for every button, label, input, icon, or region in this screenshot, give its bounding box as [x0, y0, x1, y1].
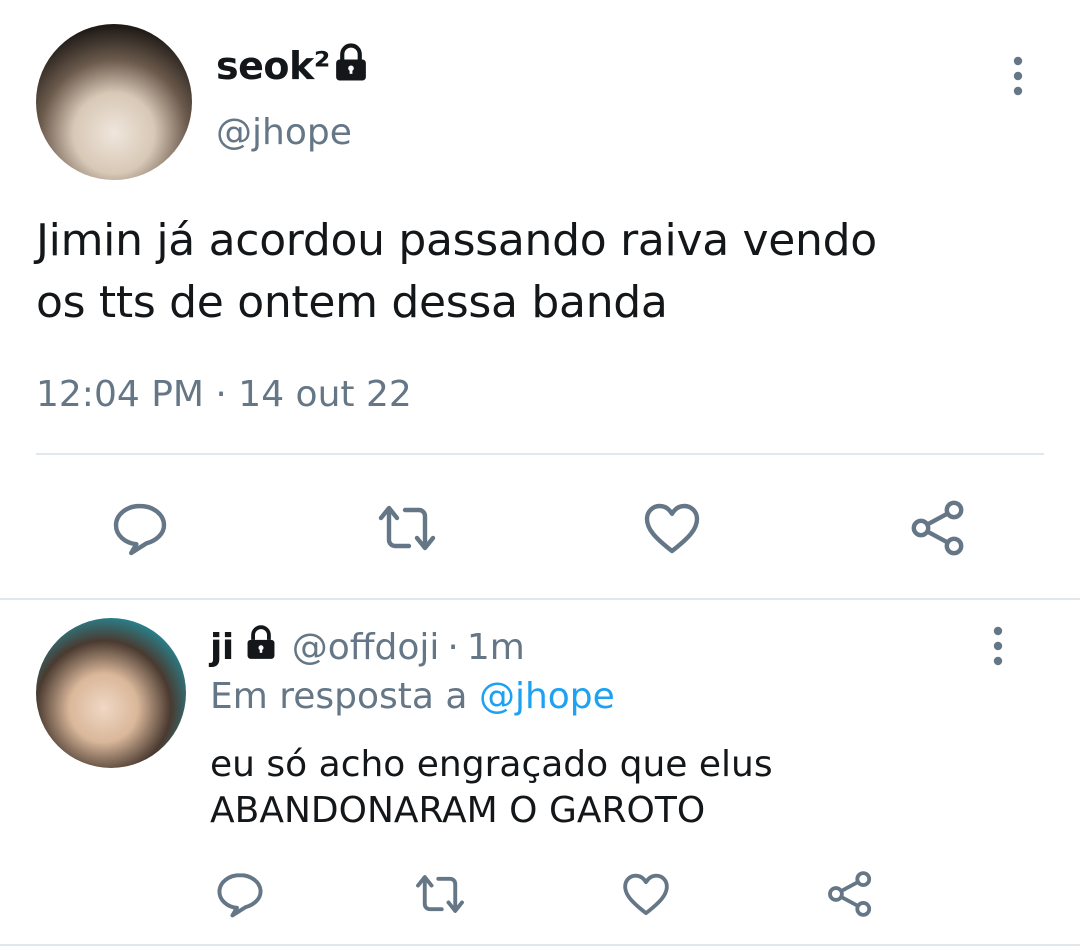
reply-text-line: eu só acho engraçado que elus — [210, 744, 773, 785]
like-icon — [644, 503, 700, 554]
share-icon — [828, 871, 872, 917]
tweet-text: Jimin já acordou passando raiva vendo os… — [36, 210, 1036, 334]
reply-text: eu só acho engraçado que elus ABANDONARA… — [210, 742, 1050, 834]
retweet-icon — [416, 875, 464, 913]
separator-dot: · — [447, 627, 459, 668]
reply-handle[interactable]: @offdoji — [292, 627, 440, 668]
reply-share-button[interactable] — [822, 866, 878, 922]
retweet-button[interactable] — [372, 496, 442, 560]
more-options-icon[interactable] — [986, 626, 1010, 670]
tweet-text-line: Jimin já acordou passando raiva vendo — [36, 215, 877, 266]
reply-button[interactable] — [108, 496, 172, 560]
replying-to-mention[interactable]: @jhope — [479, 676, 615, 717]
like-icon — [623, 873, 669, 916]
reply-icon — [113, 503, 167, 556]
reply-retweet-button[interactable] — [410, 866, 470, 922]
divider — [36, 453, 1044, 455]
reply-header: ji @offdoji · 1m — [210, 624, 525, 671]
replying-prefix: Em resposta a — [210, 676, 479, 717]
author-avatar[interactable] — [36, 24, 192, 180]
reply-text-line: ABANDONARAM O GAROTO — [210, 790, 706, 831]
reply-author-avatar[interactable] — [36, 618, 186, 768]
lock-icon — [242, 624, 280, 671]
divider — [0, 944, 1080, 946]
author-handle[interactable]: @jhope — [216, 112, 352, 153]
divider — [0, 598, 1080, 600]
lock-icon — [330, 42, 372, 88]
reply-like-button[interactable] — [618, 866, 674, 922]
reply-time[interactable]: 1m — [467, 627, 525, 668]
share-icon — [911, 500, 964, 556]
reply-display-name[interactable]: ji — [210, 627, 234, 668]
reply-reply-button[interactable] — [212, 866, 268, 922]
retweet-icon — [378, 505, 436, 551]
share-button[interactable] — [906, 496, 970, 560]
tweet-text-line: os tts de ontem dessa banda — [36, 277, 668, 328]
author-display-name[interactable]: seok² — [216, 44, 330, 88]
tweet-timestamp[interactable]: 12:04 PM · 14 out 22 — [36, 374, 412, 415]
replying-to: Em resposta a @jhope — [210, 676, 615, 717]
like-button[interactable] — [640, 496, 704, 560]
more-options-icon[interactable] — [1006, 56, 1030, 100]
reply-icon — [217, 873, 263, 918]
